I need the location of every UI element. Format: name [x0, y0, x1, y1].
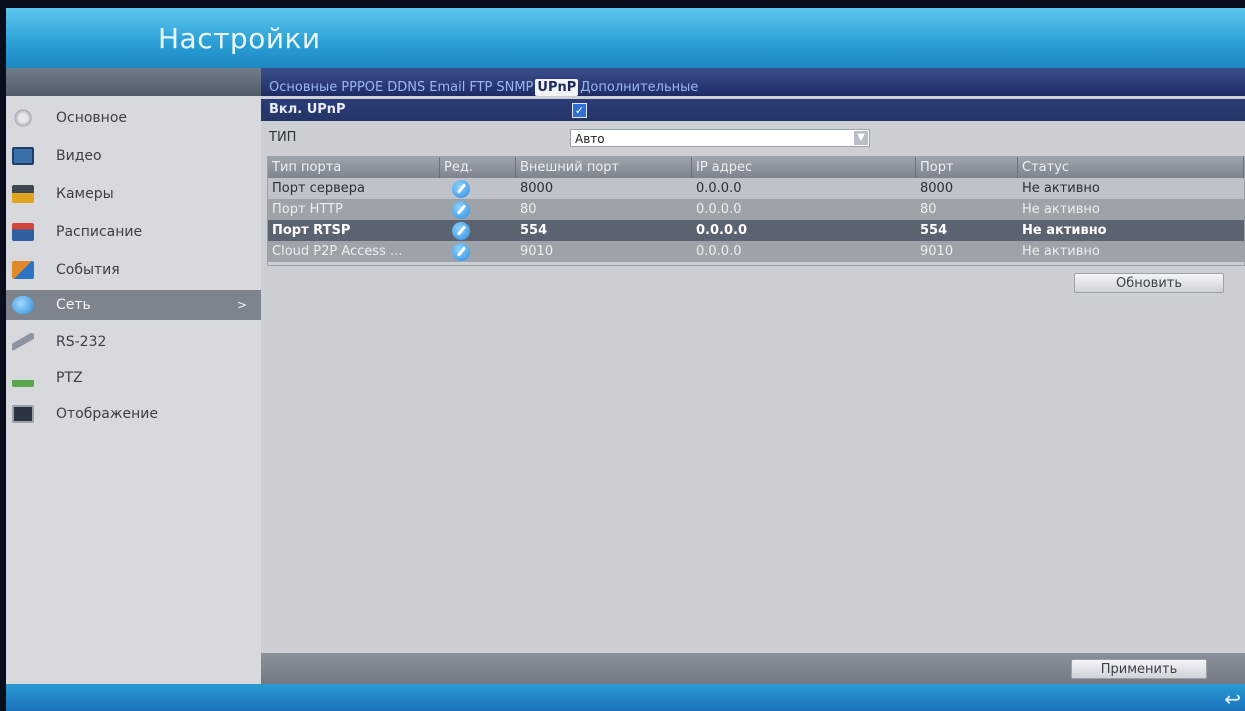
edit-icon[interactable] — [452, 180, 470, 198]
chevron-down-icon[interactable]: ▼ — [854, 131, 868, 145]
table-row[interactable]: Порт сервера 8000 0.0.0.0 8000 Не активн… — [268, 178, 1244, 199]
port-cell: 8000 — [920, 181, 954, 196]
tabs: Основные PPPOE DDNS Email FTP SNMP UPnP … — [267, 79, 700, 96]
camera-icon — [12, 185, 34, 203]
column-header[interactable]: IP адрес — [692, 157, 916, 178]
column-header[interactable]: Внешний порт — [516, 157, 692, 178]
status-cell: Не активно — [1022, 244, 1100, 259]
column-header[interactable]: Тип порта — [268, 157, 440, 178]
event-icon — [12, 261, 34, 279]
sidebar-item-label: Основное — [56, 110, 128, 126]
sidebar-item-general[interactable]: Основное — [6, 103, 261, 133]
tab-advanced[interactable]: Дополнительные — [578, 79, 700, 96]
sidebar: Основное Видео Камеры Расписание События… — [6, 68, 261, 684]
sidebar-item-events[interactable]: События — [6, 255, 261, 285]
port-type-cell: Cloud P2P Access ... — [272, 244, 403, 259]
ip-address-cell: 0.0.0.0 — [696, 181, 742, 196]
sidebar-header — [6, 68, 261, 96]
back-icon[interactable]: ↩ — [1224, 687, 1241, 711]
footer-bar: ↩ — [6, 684, 1245, 711]
external-port-cell: 9010 — [520, 244, 554, 259]
edit-cell — [440, 220, 516, 241]
sidebar-item-label: Камеры — [56, 186, 114, 202]
port-cell: 9010 — [920, 244, 954, 259]
sidebar-item-display[interactable]: Отображение — [6, 399, 261, 429]
display-icon — [12, 405, 34, 423]
edit-icon[interactable] — [452, 222, 470, 240]
sidebar-item-label: PTZ — [56, 370, 83, 386]
tab-upnp[interactable]: UPnP — [535, 79, 579, 96]
column-header[interactable]: Порт — [916, 157, 1018, 178]
sidebar-item-video[interactable]: Видео — [6, 141, 261, 171]
ptz-icon — [12, 369, 34, 387]
sidebar-item-cameras[interactable]: Камеры — [6, 179, 261, 209]
screen: Настройки Основное Видео Камеры Расписан… — [6, 8, 1245, 711]
chevron-right-icon: > — [236, 298, 247, 312]
gear-icon — [12, 109, 34, 127]
upnp-enable-row: Вкл. UPnP ✓ — [261, 99, 1245, 121]
monitor-icon — [12, 147, 34, 165]
table-header-row: Тип порта Ред. Внешний порт IP адрес Пор… — [268, 157, 1244, 178]
page-title: Настройки — [158, 22, 321, 55]
main-panel: Основные PPPOE DDNS Email FTP SNMP UPnP … — [261, 68, 1245, 684]
external-port-cell: 8000 — [520, 181, 554, 196]
status-cell: Не активно — [1022, 181, 1100, 196]
port-type-cell: Порт RTSP — [272, 223, 351, 238]
sidebar-item-ptz[interactable]: PTZ — [6, 363, 261, 393]
type-row: ТИП Авто ▼ — [261, 126, 1245, 150]
column-header[interactable]: Статус — [1018, 157, 1244, 178]
ip-address-cell: 0.0.0.0 — [696, 202, 742, 217]
type-select[interactable]: Авто — [570, 129, 870, 147]
sidebar-item-label: Видео — [56, 148, 102, 164]
apply-button[interactable]: Применить — [1071, 659, 1207, 679]
port-type-cell: Порт HTTP — [272, 202, 343, 217]
header: Настройки — [6, 8, 1245, 68]
tabs-bar: Основные PPPOE DDNS Email FTP SNMP UPnP … — [261, 68, 1245, 96]
sidebar-item-label: Сеть — [56, 297, 91, 313]
tab-general[interactable]: Основные — [267, 79, 339, 96]
upnp-enable-label: Вкл. UPnP — [269, 102, 346, 117]
sidebar-item-rs232[interactable]: RS-232 — [6, 327, 261, 357]
edit-icon[interactable] — [452, 201, 470, 219]
sidebar-item-schedule[interactable]: Расписание — [6, 217, 261, 247]
upnp-enable-checkbox[interactable]: ✓ — [572, 103, 587, 118]
rs232-icon — [12, 333, 34, 351]
edit-cell — [440, 178, 516, 199]
sidebar-item-network[interactable]: Сеть > — [6, 290, 261, 320]
tab-ftp[interactable]: FTP — [467, 79, 494, 96]
port-cell: 554 — [920, 223, 948, 238]
sidebar-item-label: Отображение — [56, 406, 158, 422]
sidebar-item-label: События — [56, 262, 120, 278]
ip-address-cell: 0.0.0.0 — [696, 223, 747, 238]
edit-icon[interactable] — [452, 243, 470, 261]
edit-cell — [440, 199, 516, 220]
sidebar-item-label: Расписание — [56, 224, 143, 240]
table-row[interactable]: Cloud P2P Access ... 9010 0.0.0.0 9010 Н… — [268, 241, 1244, 262]
type-label: ТИП — [269, 130, 297, 145]
calendar-icon — [12, 223, 34, 241]
external-port-cell: 554 — [520, 223, 548, 238]
apply-bar: Применить — [261, 653, 1245, 684]
port-type-cell: Порт сервера — [272, 181, 365, 196]
table-row[interactable]: Порт HTTP 80 0.0.0.0 80 Не активно — [268, 199, 1244, 220]
table-row[interactable]: Порт RTSP 554 0.0.0.0 554 Не активно — [268, 220, 1244, 241]
tab-pppoe[interactable]: PPPOE — [339, 79, 385, 96]
tab-snmp[interactable]: SNMP — [494, 79, 535, 96]
sidebar-item-label: RS-232 — [56, 334, 107, 350]
status-cell: Не активно — [1022, 223, 1107, 238]
ports-table: Тип порта Ред. Внешний порт IP адрес Пор… — [267, 156, 1245, 266]
refresh-button[interactable]: Обновить — [1074, 273, 1224, 293]
edit-cell — [440, 241, 516, 262]
external-port-cell: 80 — [520, 202, 537, 217]
ip-address-cell: 0.0.0.0 — [696, 244, 742, 259]
network-icon — [12, 296, 34, 314]
tab-ddns[interactable]: DDNS — [385, 79, 427, 96]
column-header[interactable]: Ред. — [440, 157, 516, 178]
status-cell: Не активно — [1022, 202, 1100, 217]
tab-email[interactable]: Email — [427, 79, 467, 96]
port-cell: 80 — [920, 202, 937, 217]
